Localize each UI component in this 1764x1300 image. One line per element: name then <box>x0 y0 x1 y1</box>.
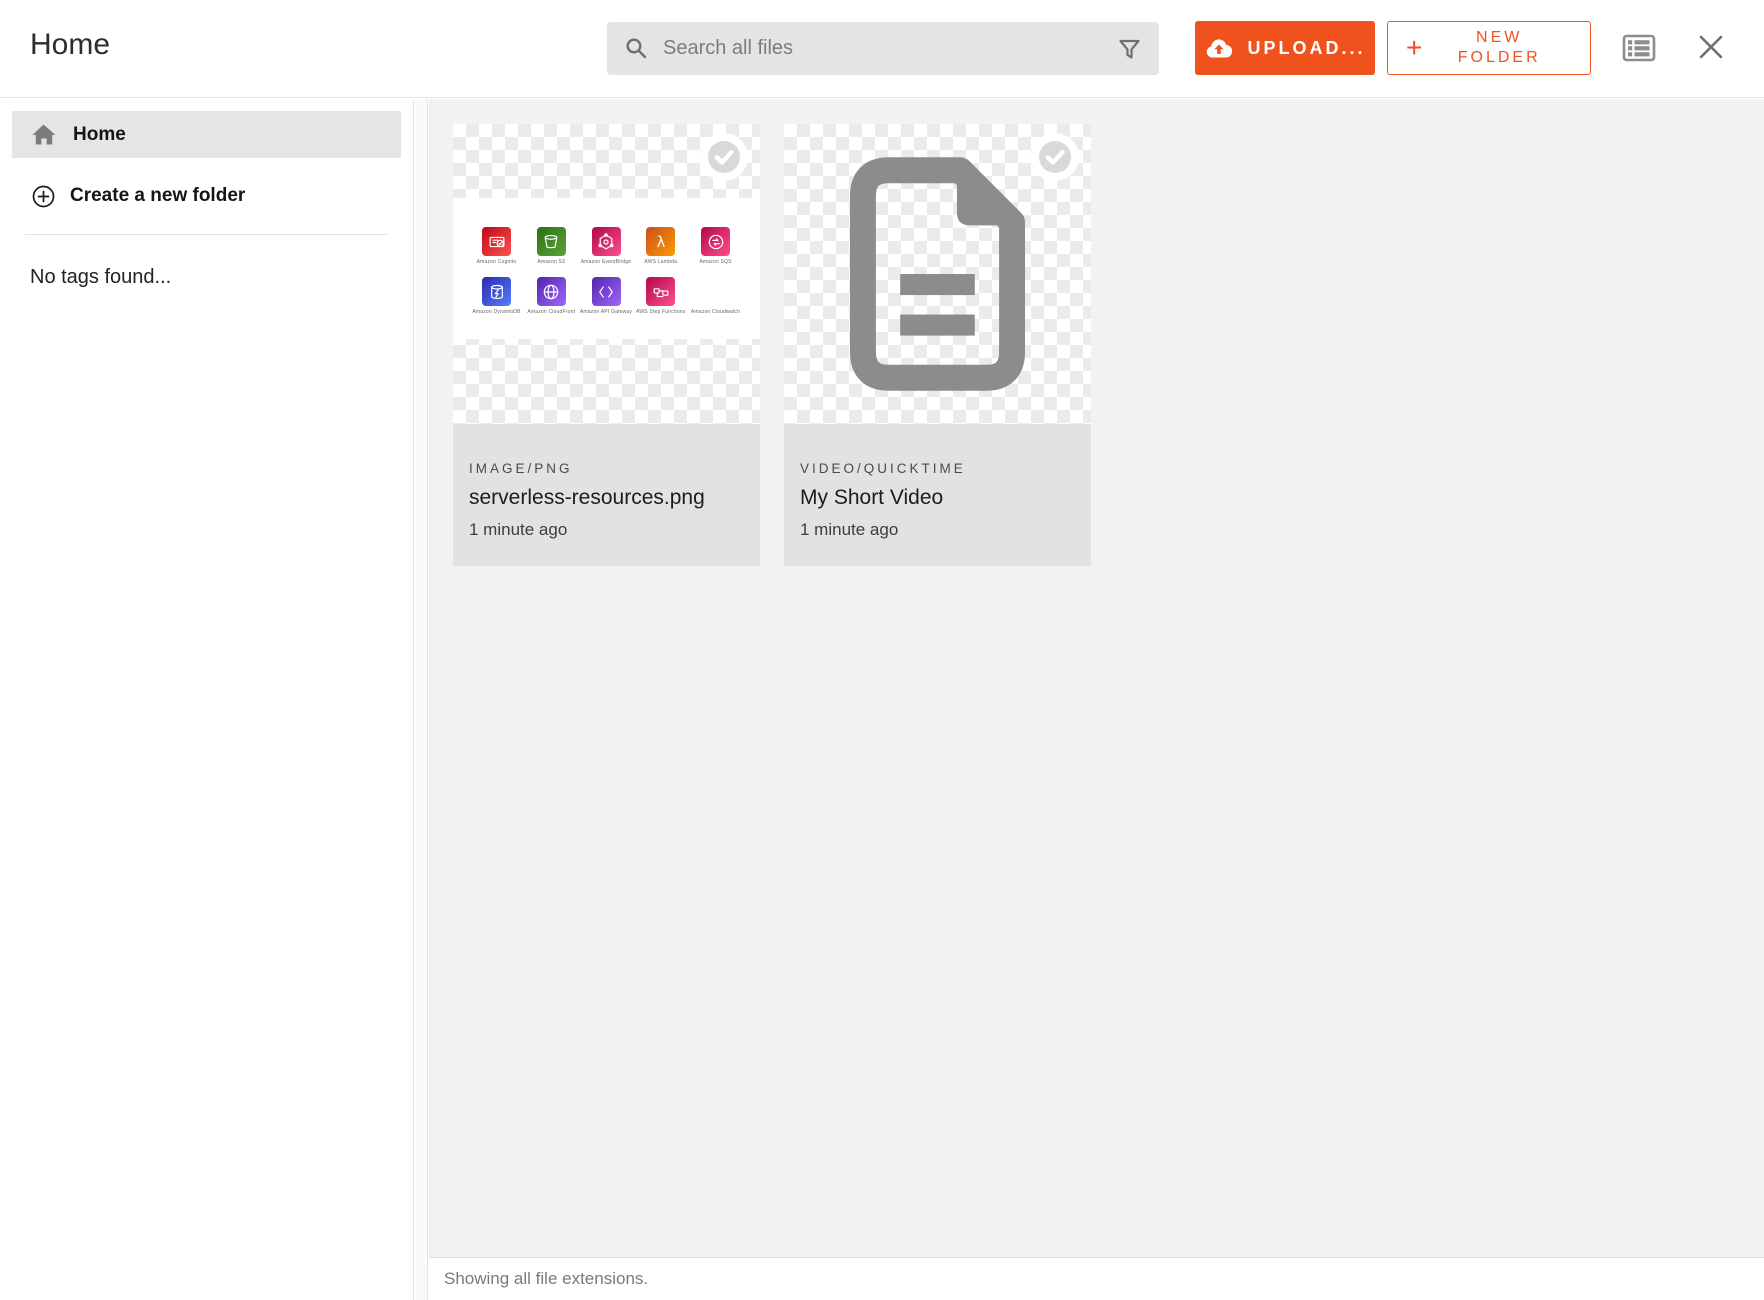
generic-file-icon <box>837 150 1038 398</box>
upload-button[interactable]: UPLOAD... <box>1195 21 1375 75</box>
circle-plus-icon <box>31 184 56 209</box>
file-card[interactable]: Amazon Cognito Amazon S3 Amazon EventBridg… <box>453 124 760 566</box>
sidebar-item-create-folder[interactable]: Create a new folder <box>0 174 413 218</box>
aws-service-icon <box>592 227 621 256</box>
file-timestamp: 1 minute ago <box>800 520 1075 540</box>
upload-cloud-icon <box>1204 37 1234 59</box>
aws-service-label: Amazon SQS <box>699 259 731 265</box>
aws-service-thumb: Amazon SQS <box>688 227 743 265</box>
svg-text:λ: λ <box>656 234 665 251</box>
aws-service-thumb: Amazon DynamoDB <box>469 277 524 315</box>
aws-service-label: AWS Lambda <box>644 259 677 265</box>
list-view-toggle-button[interactable] <box>1621 30 1657 66</box>
filter-icon[interactable] <box>1116 35 1143 62</box>
upload-label: UPLOAD... <box>1247 38 1365 59</box>
aws-service-icon <box>646 277 675 306</box>
search-box[interactable] <box>607 22 1159 75</box>
new-folder-label: NEW FOLDER <box>1422 28 1576 68</box>
aws-service-thumb: λ AWS Lambda <box>633 227 688 265</box>
sidebar-home-label: Home <box>73 124 126 146</box>
close-icon <box>1694 30 1728 64</box>
aws-service-icon: λ <box>646 227 675 256</box>
aws-service-label: Amazon CloudFront <box>527 309 575 315</box>
file-mime-type: IMAGE/PNG <box>469 461 744 476</box>
aws-service-thumb: Amazon S3 <box>524 227 579 265</box>
aws-service-label: Amazon DynamoDB <box>472 309 520 315</box>
home-icon <box>30 122 57 147</box>
file-timestamp: 1 minute ago <box>469 520 744 540</box>
aws-service-label: Amazon S3 <box>537 259 565 265</box>
aws-service-icon <box>482 277 511 306</box>
file-name: My Short Video <box>800 486 1075 510</box>
aws-service-icon <box>592 277 621 306</box>
status-text: Showing all file extensions. <box>444 1269 648 1289</box>
create-folder-label: Create a new folder <box>70 185 245 207</box>
status-bar: Showing all file extensions. <box>429 1257 1764 1300</box>
aws-service-thumb: AWS Step Functions <box>633 277 688 315</box>
aws-service-label: Amazon API Gateway <box>580 309 632 315</box>
no-tags-text: No tags found... <box>30 266 413 289</box>
page-title: Home <box>30 28 110 62</box>
search-icon <box>623 35 650 62</box>
aws-service-icon <box>701 227 730 256</box>
aws-service-thumb: Amazon Cloudwatch <box>688 277 743 315</box>
file-mime-type: VIDEO/QUICKTIME <box>800 461 1075 476</box>
search-input[interactable] <box>663 37 1116 60</box>
aws-service-thumb: Amazon CloudFront <box>524 277 579 315</box>
file-name: serverless-resources.png <box>469 486 744 510</box>
aws-service-icon <box>482 227 511 256</box>
select-check-icon[interactable] <box>700 133 748 181</box>
sidebar-item-home[interactable]: Home <box>12 111 401 158</box>
plus-icon: + <box>1406 34 1422 62</box>
aws-service-icon <box>537 277 566 306</box>
select-check-icon[interactable] <box>1031 133 1079 181</box>
file-thumbnail <box>784 124 1091 424</box>
sidebar: Home Create a new folder No tags found..… <box>0 99 414 1300</box>
aws-service-icon <box>537 227 566 256</box>
aws-service-thumb: Amazon API Gateway <box>579 277 634 315</box>
aws-service-label: AWS Step Functions <box>636 309 686 315</box>
file-browser-area: Amazon Cognito Amazon S3 Amazon EventBridg… <box>429 99 1764 1300</box>
aws-service-label: Amazon Cloudwatch <box>691 309 740 315</box>
close-button[interactable] <box>1694 30 1728 64</box>
sidebar-divider <box>25 234 387 235</box>
new-folder-button[interactable]: + NEW FOLDER <box>1387 21 1591 75</box>
aws-service-label: Amazon Cognito <box>477 259 517 265</box>
top-toolbar: Home UPLOAD... + NEW FOLDER <box>0 0 1764 98</box>
sidebar-gutter <box>415 99 428 1300</box>
list-view-icon <box>1621 30 1657 66</box>
aws-service-label: Amazon EventBridge <box>581 259 632 265</box>
file-grid: Amazon Cognito Amazon S3 Amazon EventBridg… <box>453 124 1091 566</box>
file-thumbnail: Amazon Cognito Amazon S3 Amazon EventBridg… <box>453 124 760 424</box>
aws-service-thumb: Amazon EventBridge <box>579 227 634 265</box>
aws-service-thumb: Amazon Cognito <box>469 227 524 265</box>
file-card[interactable]: VIDEO/QUICKTIME My Short Video 1 minute … <box>784 124 1091 566</box>
